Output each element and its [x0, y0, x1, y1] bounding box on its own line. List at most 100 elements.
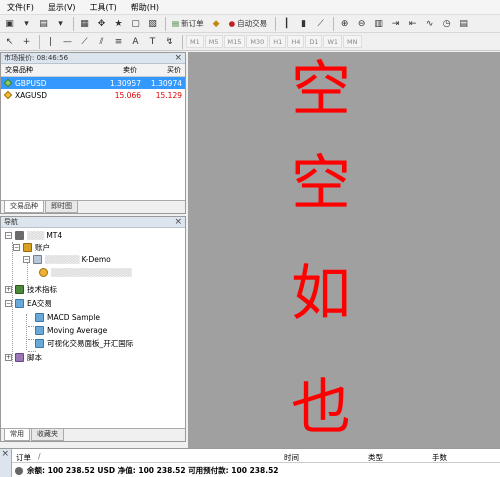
table-row[interactable]: XAGUSD 15.066 15.129 — [1, 89, 185, 101]
tab-tick-chart[interactable]: 即时图 — [45, 201, 78, 213]
bid-column-header[interactable]: 卖价 — [97, 65, 141, 75]
arrows-icon[interactable]: ↯ — [162, 34, 177, 49]
symbol-diamond-icon — [3, 90, 13, 100]
tab-favorites[interactable]: 收藏夹 — [31, 429, 64, 441]
timeframe-m1[interactable]: M1 — [186, 35, 204, 48]
market-watch-tabs: 交易品种 即时图 — [1, 200, 185, 213]
fibonacci-icon[interactable]: ≡ — [111, 34, 126, 49]
menu-view[interactable]: 显示(V) — [41, 2, 83, 13]
ask-column-header[interactable]: 买价 — [141, 65, 185, 75]
tab-common[interactable]: 常用 — [4, 429, 30, 441]
zoom-in-icon[interactable]: ⊕ — [337, 16, 352, 31]
toolbar-separator — [165, 16, 166, 31]
market-watch-header: 交易品种 卖价 买价 — [1, 64, 185, 77]
horizontal-line-icon[interactable]: — — [60, 34, 75, 49]
collapse-icon[interactable]: − — [5, 232, 12, 239]
toolbar-separator — [73, 16, 74, 31]
expand-icon[interactable]: + — [5, 286, 12, 293]
auto-trading-label: 自动交易 — [237, 19, 268, 28]
overlay-text: 如 — [291, 259, 351, 329]
cursor-icon[interactable]: ↖ — [2, 34, 17, 49]
terminal-side-bar: × — [0, 449, 12, 477]
collapse-icon[interactable]: − — [23, 256, 30, 263]
timeframe-mn[interactable]: MN — [343, 35, 362, 48]
tree-node-expert-ma[interactable]: Moving Average — [35, 325, 107, 336]
chevron-down-icon[interactable]: ▾ — [53, 16, 68, 31]
timeframe-w1[interactable]: W1 — [323, 35, 343, 48]
indicators-label: 技术指标 — [27, 285, 57, 294]
symbol-column-header[interactable]: 交易品种 — [1, 65, 97, 75]
close-icon[interactable]: × — [174, 53, 182, 64]
zoom-out-icon[interactable]: ⊖ — [354, 16, 369, 31]
balance-icon — [15, 466, 23, 475]
text-label-icon[interactable]: T — [145, 34, 160, 49]
tree-node-indicators[interactable]: + 技术指标 — [5, 284, 57, 295]
chart-area[interactable]: 空 空 如 也 — [188, 52, 500, 448]
timeframe-h4[interactable]: H4 — [287, 35, 305, 48]
text-icon[interactable]: A — [128, 34, 143, 49]
navigator-title: 导航 — [4, 218, 18, 226]
tree-node-server[interactable]: − ▒▒▒▒▒▒ K-Demo — [23, 254, 111, 265]
tree-node-account-login[interactable]: ▒▒▒▒▒▒▒▒▒▒▒▒▒▒ — [39, 267, 132, 278]
data-window-icon[interactable]: ✥ — [94, 16, 109, 31]
tab-symbols[interactable]: 交易品种 — [4, 201, 44, 213]
indicators-icon — [15, 285, 24, 294]
terminal-icon[interactable]: ▢ — [128, 16, 143, 31]
tree-node-accounts[interactable]: − 账户 — [13, 242, 50, 253]
timeframe-m30[interactable]: M30 — [246, 35, 269, 48]
crosshair-icon[interactable]: + — [19, 34, 34, 49]
chevron-down-icon[interactable]: ▾ — [19, 16, 34, 31]
timeframe-m15[interactable]: M15 — [223, 35, 246, 48]
vertical-line-icon[interactable]: | — [43, 34, 58, 49]
type-column-header[interactable]: 类型 — [368, 452, 383, 463]
collapse-icon[interactable]: − — [13, 244, 20, 251]
close-icon[interactable]: × — [174, 217, 182, 228]
lots-column-header[interactable]: 手数 — [432, 452, 447, 463]
chart-shift-icon[interactable]: ⇤ — [405, 16, 420, 31]
expert-icon — [35, 339, 44, 348]
tree-node-scripts[interactable]: + 脚本 — [5, 352, 42, 363]
new-order-button[interactable]: ▤ 新订单 — [169, 16, 207, 31]
equidistant-channel-icon[interactable]: ⫽ — [94, 34, 109, 49]
symbol-name: GBPUSD — [15, 78, 47, 88]
timeframe-d1[interactable]: D1 — [305, 35, 323, 48]
expand-icon[interactable]: + — [5, 354, 12, 361]
timeframe-h1[interactable]: H1 — [269, 35, 287, 48]
collapse-icon[interactable]: − — [5, 300, 12, 307]
tree-node-expert-macd[interactable]: MACD Sample — [35, 312, 100, 323]
expert-icon — [35, 313, 44, 322]
metaeditor-icon[interactable]: ◆ — [209, 16, 224, 31]
menu-bar: 文件(F) 显示(V) 工具(T) 帮助(H) — [0, 0, 500, 15]
menu-help[interactable]: 帮助(H) — [124, 2, 166, 13]
menu-tools[interactable]: 工具(T) — [83, 2, 124, 13]
toolbar-separator — [333, 16, 335, 31]
accounts-icon — [23, 243, 32, 252]
overlay-text: 空 — [291, 149, 351, 219]
profiles-icon[interactable]: ▤ — [36, 16, 51, 31]
tree-node-root[interactable]: − ▒▒▒ MT4 — [5, 230, 62, 241]
trendline-icon[interactable]: ⟋ — [77, 34, 92, 49]
line-chart-icon[interactable]: ⟋ — [313, 16, 328, 31]
order-column-header[interactable]: 订单 — [16, 452, 31, 463]
navigator-icon[interactable]: ★ — [111, 16, 126, 31]
menu-file[interactable]: 文件(F) — [0, 2, 41, 13]
strategy-tester-icon[interactable]: ▧ — [145, 16, 160, 31]
candlestick-icon[interactable]: ▮ — [296, 16, 311, 31]
bid-price: 15.066 — [114, 90, 141, 100]
new-chart-icon[interactable]: ▣ — [2, 16, 17, 31]
table-row[interactable]: GBPUSD 1.30957 1.30974 — [1, 77, 185, 89]
templates-icon[interactable]: ▤ — [456, 16, 471, 31]
bar-chart-icon[interactable]: ┃ — [279, 16, 294, 31]
server-label: K-Demo — [81, 255, 111, 264]
tree-node-expert-panel[interactable]: 可视化交易面板_开汇国际 — [35, 338, 133, 349]
timeframe-m5[interactable]: M5 — [204, 35, 223, 48]
tile-windows-icon[interactable]: ▥ — [371, 16, 386, 31]
periods-icon[interactable]: ◷ — [439, 16, 454, 31]
tree-node-experts[interactable]: − EA交易 — [5, 298, 52, 309]
time-column-header[interactable]: 时间 — [284, 452, 299, 463]
auto-trading-button[interactable]: ● 自动交易 — [226, 16, 271, 31]
indicators-icon[interactable]: ∿ — [422, 16, 437, 31]
autoscroll-icon[interactable]: ⇥ — [388, 16, 403, 31]
market-watch-icon[interactable]: ▦ — [77, 16, 92, 31]
close-icon[interactable]: × — [1, 449, 9, 460]
